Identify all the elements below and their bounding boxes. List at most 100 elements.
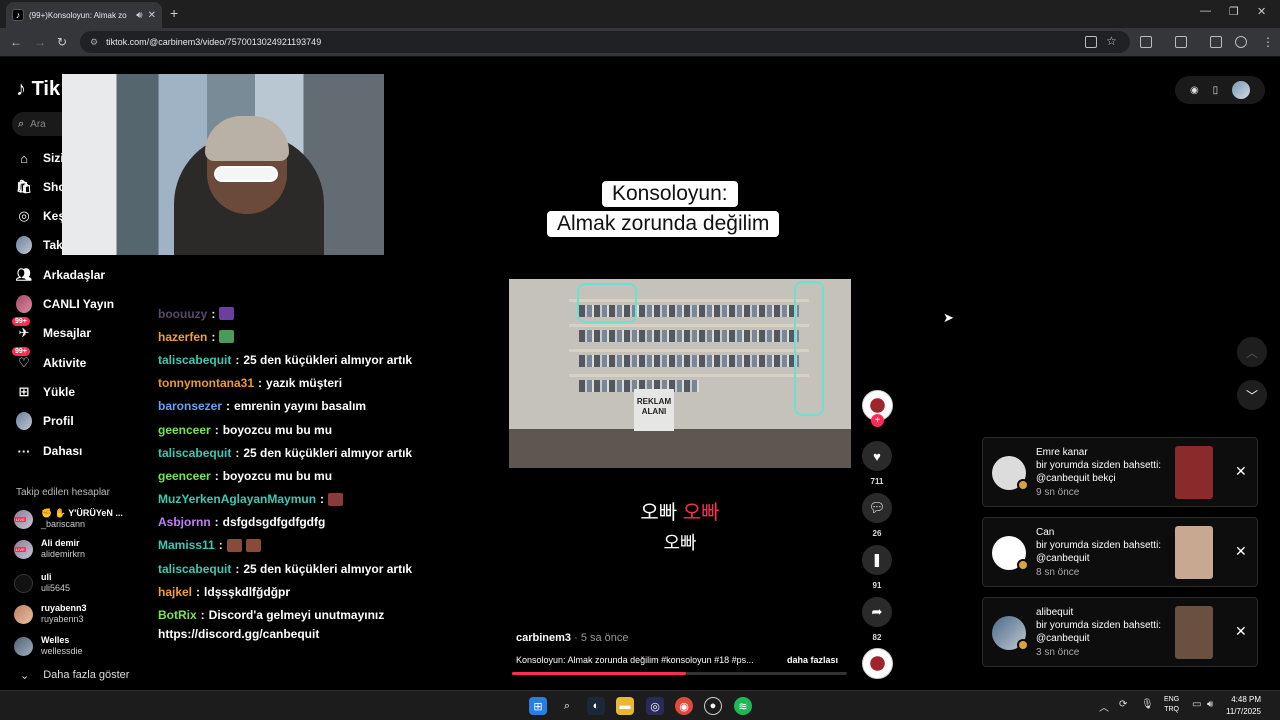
chrome-icon[interactable]: ◉: [675, 697, 693, 715]
close-icon[interactable]: ✕: [1235, 463, 1247, 480]
chat-username[interactable]: BotRix: [158, 608, 197, 622]
notification-card[interactable]: Can bir yorumda sizden bahsetti: @canbeq…: [982, 517, 1258, 587]
chat-username[interactable]: Asbjornn: [158, 515, 211, 529]
reload-button[interactable]: ↻: [57, 35, 67, 49]
chat-username[interactable]: MuzYerkenAglayanMaymun: [158, 492, 316, 506]
start-button[interactable]: ⊞: [529, 697, 547, 715]
followed-account[interactable]: uli uli5645: [14, 572, 70, 594]
chat-username[interactable]: hajkel: [158, 585, 192, 599]
nav-activity[interactable]: ♡ 99+ Aktivite: [12, 347, 86, 371]
video-thumbnail[interactable]: [1175, 526, 1213, 579]
nav-friends[interactable]: 👥︎ Arkadaşlar: [16, 267, 105, 283]
chat-username[interactable]: boouuzy: [158, 307, 207, 321]
obs-icon[interactable]: ●: [704, 697, 722, 715]
back-button[interactable]: ←: [10, 35, 22, 49]
discord-icon[interactable]: ◎: [646, 697, 664, 715]
followed-account[interactable]: Welles wellessdie: [14, 635, 83, 657]
restore-button[interactable]: ❐: [1229, 5, 1239, 18]
profile-icon[interactable]: [1235, 36, 1247, 48]
search-icon[interactable]: ⌕: [558, 697, 576, 715]
previous-video-button[interactable]: ︿: [1237, 337, 1267, 367]
video-progress-bar[interactable]: [512, 672, 847, 675]
close-icon[interactable]: ✕: [1235, 623, 1247, 640]
account-name: Welles: [41, 635, 70, 645]
forward-button[interactable]: →: [34, 35, 46, 49]
video-player[interactable]: REKLAM ALANI: [509, 279, 851, 468]
follow-plus-icon[interactable]: +: [871, 414, 884, 427]
file-explorer-icon[interactable]: ▬: [616, 697, 634, 715]
close-window-button[interactable]: ✕: [1257, 5, 1266, 18]
compass-icon[interactable]: ◉: [1190, 85, 1199, 96]
system-clock[interactable]: 4:48 PM 11/7/2025: [1226, 694, 1261, 718]
menu-icon[interactable]: ⋮: [1262, 35, 1274, 49]
tray-chevron-up-icon[interactable]: ︿: [1099, 699, 1109, 714]
language-indicator[interactable]: ENG TRQ: [1164, 695, 1179, 715]
home-icon: ⌂: [20, 150, 28, 166]
chat-message: geenceer: boyozcu mu bu mu: [158, 418, 478, 441]
followed-account[interactable]: LIVE Ali demir alidemirkrn: [14, 538, 85, 560]
nav-label: Dahası: [43, 444, 83, 458]
description-more-link[interactable]: daha fazlası: [787, 655, 838, 665]
show-more-button[interactable]: ⌄ Daha fazla göster: [20, 669, 129, 682]
monitor-icon[interactable]: ▭: [1192, 699, 1201, 710]
install-app-icon[interactable]: [1085, 36, 1097, 48]
new-tab-button[interactable]: +: [170, 5, 178, 21]
chat-message: hazerfen:: [158, 325, 478, 348]
device-icon[interactable]: ▯: [1213, 85, 1219, 96]
chat-username[interactable]: taliscabequit: [158, 446, 231, 460]
minimize-button[interactable]: —: [1200, 5, 1211, 17]
video-author[interactable]: carbinem3 · 5 sa önce: [516, 632, 629, 644]
video-thumbnail[interactable]: [1175, 446, 1213, 499]
chat-username[interactable]: tonnymontana31: [158, 376, 254, 390]
steam-icon[interactable]: ◐: [587, 697, 605, 715]
share-button[interactable]: ➦: [862, 597, 892, 627]
site-info-icon[interactable]: ⚙: [90, 37, 98, 48]
caption-line-2: Almak zorunda değilim: [547, 211, 780, 237]
chat-username[interactable]: hazerfen: [158, 330, 207, 344]
nav-profile[interactable]: Profil: [16, 412, 74, 430]
save-button[interactable]: ❚: [862, 545, 892, 575]
chat-username[interactable]: baronsezer: [158, 399, 222, 413]
notification-time: 3 sn önce: [1036, 647, 1080, 658]
nav-live[interactable]: CANLI Yayın: [16, 295, 115, 313]
address-bar[interactable]: ⚙ tiktok.com/@carbinem3/video/7570013024…: [80, 31, 1130, 53]
chat-username[interactable]: geenceer: [158, 469, 211, 483]
nav-more[interactable]: ··· Dahası: [16, 443, 83, 459]
sidebar-icon[interactable]: [1175, 36, 1187, 48]
bookmark-star-icon[interactable]: ☆: [1106, 34, 1117, 48]
like-button[interactable]: ♥: [862, 441, 892, 471]
chat-username[interactable]: taliscabequit: [158, 353, 231, 367]
close-icon[interactable]: ✕: [1235, 543, 1247, 560]
media-control-icon[interactable]: [1210, 36, 1222, 48]
chat-text: emrenin yayını basalım: [234, 399, 367, 414]
user-avatar[interactable]: [1232, 81, 1251, 99]
shelf: [569, 349, 809, 352]
notification-card[interactable]: Emre kanar bir yorumda sizden bahsetti: …: [982, 437, 1258, 507]
spotify-icon[interactable]: ≋: [734, 697, 752, 715]
extensions-icon[interactable]: [1140, 36, 1152, 48]
music-disc-icon[interactable]: [862, 648, 893, 679]
video-thumbnail[interactable]: [1175, 606, 1213, 659]
volume-icon[interactable]: 🔊︎: [1207, 699, 1213, 710]
more-icon: ···: [17, 443, 31, 459]
sync-icon[interactable]: ⟳: [1119, 699, 1127, 710]
tiktok-logo[interactable]: ♪ Tik: [16, 78, 60, 101]
shelf: [569, 324, 809, 327]
followed-account[interactable]: LIVE ✊ ✋ Y'ÜRÜYeN ... _bariscann: [14, 508, 123, 530]
nav-label: CANLI Yayın: [43, 297, 115, 311]
chat-username[interactable]: geenceer: [158, 423, 211, 437]
notification-card[interactable]: alibequit bir yorumda sizden bahsetti: @…: [982, 597, 1258, 667]
nav-messages[interactable]: ✈ 99+ Mesajlar: [12, 317, 91, 341]
comment-button[interactable]: 💬︎: [862, 493, 892, 523]
chat-link[interactable]: https://discord.gg/canbequit: [158, 623, 478, 646]
nav-upload[interactable]: ⊞ Yükle: [16, 384, 75, 400]
followed-account[interactable]: ruyabenn3 ruyabenn3: [14, 603, 87, 625]
neon-light: [577, 283, 637, 323]
chat-username[interactable]: Mamiss11: [158, 538, 215, 552]
upload-icon: ⊞: [18, 384, 30, 399]
microphone-icon[interactable]: 🎙︎: [1141, 699, 1154, 710]
chat-username[interactable]: taliscabequit: [158, 562, 231, 576]
browser-tab[interactable]: ♪ (99+)Konsoloyun: Almak zo 🔊︎ ✕: [6, 2, 162, 28]
next-video-button[interactable]: ﹀: [1237, 380, 1267, 410]
tab-close-icon[interactable]: ✕: [148, 10, 156, 21]
